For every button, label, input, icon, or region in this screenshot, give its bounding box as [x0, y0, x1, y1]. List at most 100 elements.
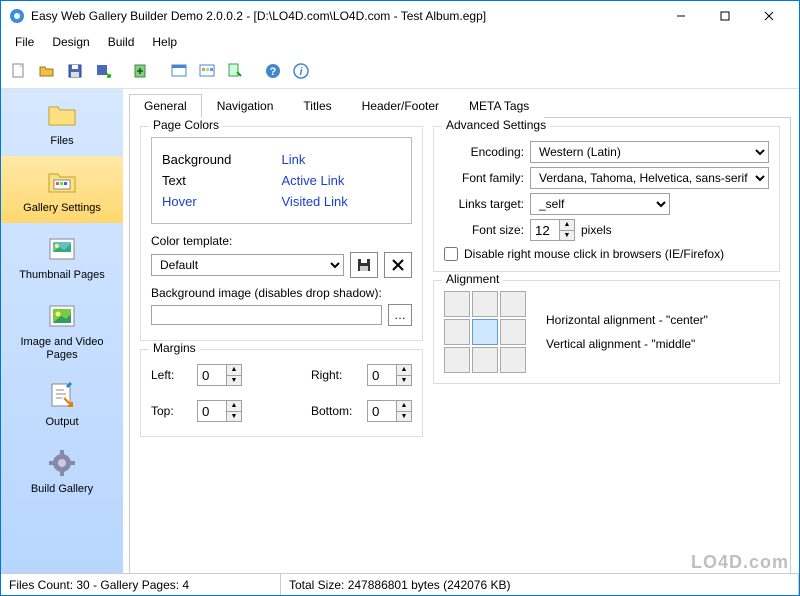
color-active-link[interactable]: Active Link — [282, 173, 402, 188]
group-title: Page Colors — [149, 118, 223, 132]
spin-down-icon[interactable]: ▼ — [227, 412, 241, 422]
spin-up-icon[interactable]: ▲ — [560, 220, 574, 231]
font-size-unit: pixels — [581, 223, 612, 237]
align-bottom-left[interactable] — [444, 347, 470, 373]
svg-text:?: ? — [270, 66, 277, 78]
margin-left-spinner[interactable]: ▲▼ — [197, 364, 242, 386]
vertical-alignment-label: Vertical alignment - "middle" — [546, 337, 708, 351]
tab-bar: General Navigation Titles Header/Footer … — [129, 93, 791, 118]
alignment-group: Alignment — [433, 280, 780, 384]
app-icon — [9, 8, 25, 24]
thumbnail-icon — [46, 233, 78, 265]
encoding-select[interactable]: Western (Latin) — [530, 141, 769, 163]
alignment-grid — [444, 291, 526, 373]
margin-right-spinner[interactable]: ▲▼ — [367, 364, 412, 386]
menu-file[interactable]: File — [7, 33, 42, 51]
spin-down-icon[interactable]: ▼ — [560, 231, 574, 241]
spin-down-icon[interactable]: ▼ — [227, 376, 241, 386]
page-colors-group: Page Colors Background Link Text Active … — [140, 126, 423, 341]
sidebar-item-build-gallery[interactable]: Build Gallery — [1, 437, 123, 504]
watermark: LO4D.com — [691, 552, 789, 573]
margin-top-spinner[interactable]: ▲▼ — [197, 400, 242, 422]
svg-text:i: i — [299, 66, 303, 78]
menubar: File Design Build Help — [1, 31, 799, 53]
window-title: Easy Web Gallery Builder Demo 2.0.0.2 - … — [31, 9, 659, 23]
tab-titles[interactable]: Titles — [288, 94, 346, 118]
color-background[interactable]: Background — [162, 152, 282, 167]
links-target-label: Links target: — [444, 197, 524, 211]
advanced-settings-group: Advanced Settings Encoding:Western (Lati… — [433, 126, 780, 272]
spin-up-icon[interactable]: ▲ — [397, 365, 411, 376]
preview-button[interactable] — [221, 57, 249, 85]
disable-right-click-checkbox[interactable] — [444, 247, 458, 261]
align-top-right[interactable] — [500, 291, 526, 317]
sidebar-item-thumbnail-pages[interactable]: Thumbnail Pages — [1, 223, 123, 290]
margin-right-label: Right: — [311, 368, 361, 382]
tab-navigation[interactable]: Navigation — [202, 94, 289, 118]
spin-up-icon[interactable]: ▲ — [227, 365, 241, 376]
gear-icon — [46, 447, 78, 479]
align-middle-left[interactable] — [444, 319, 470, 345]
align-middle-center[interactable] — [472, 319, 498, 345]
font-family-select[interactable]: Verdana, Tahoma, Helvetica, sans-serif — [530, 167, 769, 189]
margins-group: Margins Left: ▲▼ Right: ▲▼ Top: ▲▼ — [140, 349, 423, 437]
sidebar-item-label: Output — [5, 416, 119, 429]
grid-button[interactable] — [193, 57, 221, 85]
about-button[interactable]: i — [287, 57, 315, 85]
maximize-button[interactable] — [703, 1, 747, 31]
add-button[interactable] — [127, 57, 155, 85]
align-bottom-right[interactable] — [500, 347, 526, 373]
save-button[interactable] — [61, 57, 89, 85]
group-title: Alignment — [442, 272, 503, 286]
spin-up-icon[interactable]: ▲ — [397, 401, 411, 412]
save-as-button[interactable] — [89, 57, 117, 85]
status-files-count: Files Count: 30 - Gallery Pages: 4 — [1, 574, 281, 595]
group-title: Margins — [149, 341, 200, 355]
menu-design[interactable]: Design — [44, 33, 97, 51]
window-button[interactable] — [165, 57, 193, 85]
sidebar-item-label: Build Gallery — [5, 483, 119, 496]
help-button[interactable]: ? — [259, 57, 287, 85]
color-hover[interactable]: Hover — [162, 194, 282, 209]
align-middle-right[interactable] — [500, 319, 526, 345]
sidebar-item-output[interactable]: Output — [1, 370, 123, 437]
sidebar-item-gallery-settings[interactable]: Gallery Settings — [1, 156, 123, 223]
minimize-button[interactable] — [659, 1, 703, 31]
spin-up-icon[interactable]: ▲ — [227, 401, 241, 412]
browse-button[interactable]: … — [388, 304, 412, 326]
tab-header-footer[interactable]: Header/Footer — [347, 94, 454, 118]
gallery-settings-icon — [46, 166, 78, 198]
color-template-select[interactable]: Default — [151, 254, 344, 276]
menu-help[interactable]: Help — [144, 33, 185, 51]
spin-down-icon[interactable]: ▼ — [397, 376, 411, 386]
new-button[interactable] — [5, 57, 33, 85]
align-top-center[interactable] — [472, 291, 498, 317]
font-family-label: Font family: — [444, 171, 524, 185]
menu-build[interactable]: Build — [100, 33, 143, 51]
color-text[interactable]: Text — [162, 173, 282, 188]
font-size-spinner[interactable]: ▲▼ — [530, 219, 575, 241]
background-image-input[interactable] — [151, 305, 382, 325]
horizontal-alignment-label: Horizontal alignment - "center" — [546, 313, 708, 327]
color-link[interactable]: Link — [282, 152, 402, 167]
open-button[interactable] — [33, 57, 61, 85]
spin-down-icon[interactable]: ▼ — [397, 412, 411, 422]
save-template-button[interactable] — [350, 252, 378, 278]
margin-bottom-spinner[interactable]: ▲▼ — [367, 400, 412, 422]
close-button[interactable] — [747, 1, 791, 31]
color-template-label: Color template: — [151, 234, 412, 248]
tab-pane-general: Page Colors Background Link Text Active … — [129, 118, 791, 573]
titlebar: Easy Web Gallery Builder Demo 2.0.0.2 - … — [1, 1, 799, 31]
tab-general[interactable]: General — [129, 94, 202, 118]
output-icon — [46, 380, 78, 412]
align-top-left[interactable] — [444, 291, 470, 317]
links-target-select[interactable]: _self — [530, 193, 670, 215]
sidebar-item-image-video-pages[interactable]: Image and Video Pages — [1, 290, 123, 370]
align-bottom-center[interactable] — [472, 347, 498, 373]
margin-bottom-label: Bottom: — [311, 404, 361, 418]
tab-meta-tags[interactable]: META Tags — [454, 94, 544, 118]
color-visited-link[interactable]: Visited Link — [282, 194, 402, 209]
status-total-size: Total Size: 247886801 bytes (242076 KB) — [281, 574, 799, 595]
sidebar-item-files[interactable]: Files — [1, 89, 123, 156]
delete-template-button[interactable] — [384, 252, 412, 278]
